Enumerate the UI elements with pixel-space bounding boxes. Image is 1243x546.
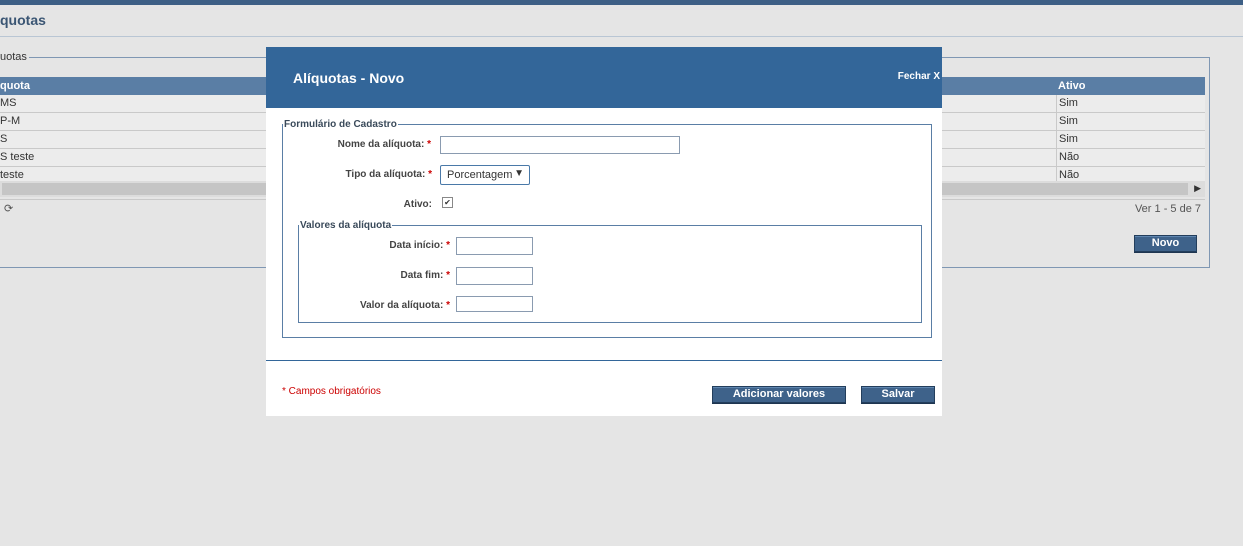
end-date-input[interactable] xyxy=(456,267,533,285)
column-divider xyxy=(1056,113,1057,130)
column-divider xyxy=(1056,95,1057,112)
start-date-label: Data início: * xyxy=(389,240,450,251)
modal-header: Alíquotas - Novo Fechar X xyxy=(266,47,942,108)
end-date-label: Data fim: * xyxy=(400,270,450,281)
refresh-icon[interactable]: ⟳ xyxy=(4,202,13,215)
cell-name: MS xyxy=(0,97,17,109)
column-divider xyxy=(1056,149,1057,166)
cell-active: Sim xyxy=(1059,115,1078,127)
modal-dialog: Alíquotas - Novo Fechar X Formulário de … xyxy=(266,47,942,416)
start-date-input[interactable] xyxy=(456,237,533,255)
scroll-right-arrow-icon[interactable]: ▶ xyxy=(1194,183,1201,194)
top-bar xyxy=(0,0,1243,5)
active-label: Ativo: xyxy=(403,199,432,210)
column-header-active[interactable]: Ativo xyxy=(1058,80,1086,92)
cell-active: Sim xyxy=(1059,97,1078,109)
new-button[interactable]: Novo xyxy=(1134,235,1197,252)
column-divider xyxy=(1056,131,1057,148)
name-input[interactable] xyxy=(440,136,680,154)
column-header-name[interactable]: quota xyxy=(0,80,30,92)
footer-divider xyxy=(266,360,942,361)
active-checkbox[interactable]: ✔ xyxy=(442,197,453,208)
values-legend: Valores da alíquota xyxy=(299,220,393,231)
cell-name: S xyxy=(0,133,8,145)
cell-name: P-M xyxy=(0,115,21,127)
add-values-button[interactable]: Adicionar valores xyxy=(712,386,846,403)
pager-status: Ver 1 - 5 de 7 xyxy=(1134,203,1201,215)
value-input[interactable] xyxy=(456,296,533,312)
type-select-value: Porcentagem xyxy=(447,169,513,181)
type-select[interactable]: Porcentagem ▼ xyxy=(440,165,530,185)
save-button[interactable]: Salvar xyxy=(861,386,935,403)
cell-active: Sim xyxy=(1059,133,1078,145)
required-fields-note: * Campos obrigatórios xyxy=(282,386,381,397)
cell-active: Não xyxy=(1059,169,1080,181)
name-label: Nome da alíquota: * xyxy=(337,139,431,150)
page-title: quotas xyxy=(0,12,46,28)
chevron-down-icon: ▼ xyxy=(514,168,524,179)
form-legend: Formulário de Cadastro xyxy=(283,119,398,130)
close-button[interactable]: Fechar X xyxy=(898,71,940,82)
modal-title: Alíquotas - Novo xyxy=(293,70,405,86)
title-divider xyxy=(0,36,1243,37)
cell-name: S teste xyxy=(0,151,35,163)
type-label: Tipo da alíquota: * xyxy=(345,169,432,180)
value-label: Valor da alíquota: * xyxy=(359,300,450,311)
cell-name: teste xyxy=(0,169,24,181)
list-legend: uotas xyxy=(0,51,29,63)
cell-active: Não xyxy=(1059,151,1080,163)
